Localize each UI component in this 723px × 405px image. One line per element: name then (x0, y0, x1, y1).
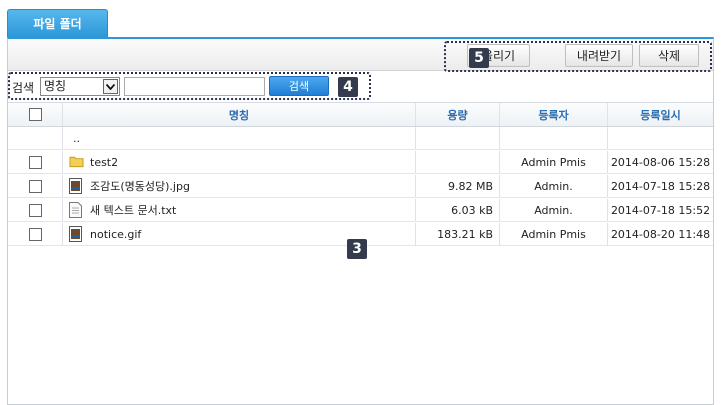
row-name-cell: .. (63, 127, 416, 149)
column-header-date[interactable]: 등록일시 (608, 103, 713, 126)
callout-box-4 (8, 72, 371, 100)
row-size-cell: 183.21 kB (416, 223, 500, 245)
column-header-registrant[interactable]: 등록자 (500, 103, 608, 126)
row-name-cell: 조감도(명동성당).jpg (63, 175, 416, 197)
select-all-checkbox[interactable] (28, 108, 42, 121)
row-check-cell (8, 127, 63, 149)
row-size-cell (416, 127, 500, 149)
text-file-icon (69, 202, 84, 218)
file-name-link[interactable]: 새 텍스트 문서.txt (90, 202, 176, 218)
table-row[interactable]: test2 Admin Pmis 2014-08-06 15:28 (8, 151, 713, 174)
file-name-link[interactable]: notice.gif (90, 228, 141, 241)
row-size-cell: 6.03 kB (416, 199, 500, 221)
callout-badge-5: 5 (469, 48, 489, 68)
row-registrant-cell: Admin. (500, 175, 608, 197)
select-all-cell (8, 103, 63, 126)
file-name-link[interactable]: 조감도(명동성당).jpg (90, 178, 190, 194)
image-file-icon (69, 226, 84, 242)
row-check-cell (8, 175, 63, 197)
table-row[interactable]: .. (8, 127, 713, 150)
row-checkbox[interactable] (28, 179, 42, 193)
file-name-link[interactable]: test2 (90, 156, 118, 169)
row-date-cell: 2014-07-18 15:52 (610, 203, 711, 217)
column-header-name[interactable]: 명칭 (63, 103, 416, 126)
row-date-cell: 2014-07-18 15:28 (610, 179, 711, 193)
row-registrant-cell: Admin. (500, 199, 608, 221)
row-date-cell: 2014-08-06 15:28 (610, 155, 711, 169)
row-registrant-cell: Admin Pmis (500, 223, 608, 245)
row-checkbox[interactable] (28, 227, 42, 241)
file-panel: 올리기 내려받기 삭제 5 검색 명칭 검색 4 명칭 용량 등록자 등록일시 … (7, 37, 714, 405)
row-date-cell: 2014-08-20 11:48 (610, 227, 711, 241)
table-header: 명칭 용량 등록자 등록일시 (8, 102, 713, 127)
callout-badge-3: 3 (347, 239, 367, 259)
table-row[interactable]: 조감도(명동성당).jpg 9.82 MB Admin. 2014-07-18 … (8, 175, 713, 198)
callout-badge-4: 4 (338, 77, 358, 97)
row-check-cell (8, 199, 63, 221)
row-registrant-cell: Admin Pmis (500, 151, 608, 173)
row-size-cell (416, 151, 500, 173)
row-checkbox[interactable] (28, 203, 42, 217)
row-name-cell: 새 텍스트 문서.txt (63, 199, 416, 221)
row-registrant-cell (500, 127, 608, 149)
row-check-cell (8, 151, 63, 173)
tab-file-folder[interactable]: 파일 폴더 (7, 9, 108, 37)
image-file-icon (69, 178, 84, 194)
row-date-cell (608, 127, 713, 149)
column-header-size[interactable]: 용량 (416, 103, 500, 126)
parent-folder-link[interactable]: .. (73, 132, 80, 145)
folder-icon (69, 154, 84, 170)
row-size-cell: 9.82 MB (416, 175, 500, 197)
table-row[interactable]: 새 텍스트 문서.txt 6.03 kB Admin. 2014-07-18 1… (8, 199, 713, 222)
row-name-cell: test2 (63, 151, 416, 173)
row-checkbox[interactable] (28, 155, 42, 169)
row-check-cell (8, 223, 63, 245)
